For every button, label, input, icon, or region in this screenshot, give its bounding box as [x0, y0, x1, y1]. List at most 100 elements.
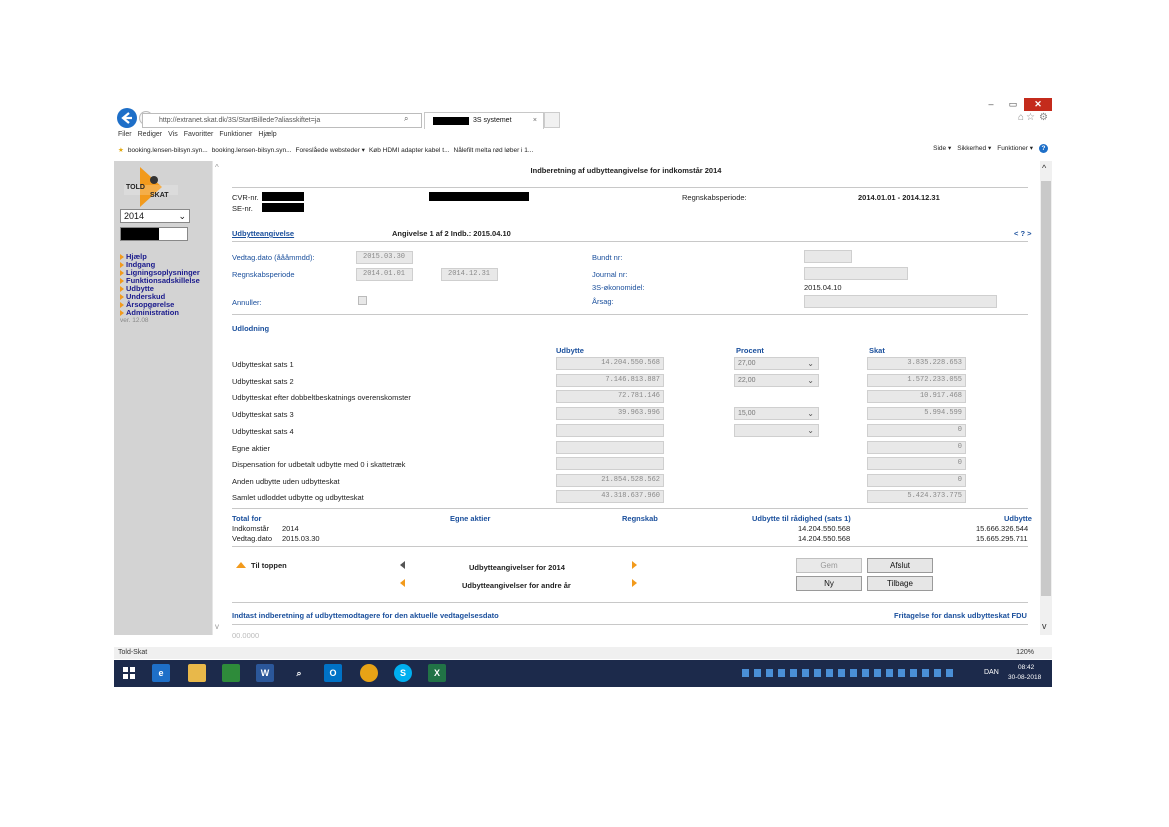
tray-icons[interactable]: [742, 669, 956, 677]
taskbar: e W ⌕ O S X DAN 08:42 30-08-2018: [114, 660, 1052, 687]
logo-text-bottom: SKAT: [150, 192, 169, 199]
new-tab-button[interactable]: [544, 112, 560, 128]
back-button[interactable]: [117, 108, 137, 128]
chrome-icon[interactable]: [360, 664, 378, 682]
settings-gear-icon[interactable]: ⚙: [1039, 112, 1048, 123]
indtast-link[interactable]: Indtast indberetning af udbyttemodtagere…: [232, 611, 499, 620]
year-select[interactable]: 2014 ⌄: [120, 209, 190, 223]
excel-icon[interactable]: X: [428, 664, 446, 682]
regnskab-from-field[interactable]: 2014.01.01: [356, 268, 413, 281]
file-explorer-icon[interactable]: [188, 664, 206, 682]
favorite-link[interactable]: booking.lensen-bilsyn.syn...: [128, 147, 208, 154]
search-icon[interactable]: ⌕: [404, 114, 408, 124]
prev-2014-icon[interactable]: [400, 561, 405, 569]
udbytte-field[interactable]: 7.146.813.887: [556, 374, 664, 387]
menu-item[interactable]: Rediger: [138, 131, 163, 141]
keyboard-language[interactable]: DAN: [984, 669, 999, 676]
next-2014-icon[interactable]: [632, 561, 637, 569]
procent-select[interactable]: ⌄: [734, 424, 819, 437]
chevron-up-icon[interactable]: ^: [1042, 163, 1046, 173]
udbytte-field[interactable]: 43.318.637.960: [556, 490, 664, 503]
favorite-link[interactable]: Køb HDMI adapter kabel t...: [369, 147, 450, 154]
udbytte-field[interactable]: 72.781.146: [556, 390, 664, 403]
skat-field[interactable]: 5.424.373.775: [867, 490, 966, 503]
udbytte-field[interactable]: 14.204.550.568: [556, 357, 664, 370]
chevron-up-icon[interactable]: ^: [215, 163, 219, 172]
menu-item[interactable]: Filer: [118, 131, 132, 141]
ny-button[interactable]: Ny: [796, 576, 862, 591]
chevron-down-icon[interactable]: v: [1042, 621, 1047, 631]
company-field[interactable]: [120, 227, 188, 241]
udbytte-field[interactable]: 21.854.528.562: [556, 474, 664, 487]
close-button[interactable]: ✕: [1024, 97, 1052, 111]
gem-button[interactable]: Gem: [796, 558, 862, 573]
prev-andre-icon[interactable]: [400, 579, 405, 587]
journal-field[interactable]: [804, 267, 908, 280]
favorite-link[interactable]: booking.lensen-bilsyn.syn...: [212, 147, 292, 154]
favorite-link[interactable]: Foreslåede websteder ▾: [296, 146, 365, 154]
address-bar[interactable]: http://extranet.skat.dk/3S/StartBillede?…: [142, 113, 422, 128]
skat-field[interactable]: 5.994.599: [867, 407, 966, 420]
col-skat-header: Skat: [869, 346, 885, 355]
command-bar: Side ▾ Sikkerhed ▾ Funktioner ▾ ?: [933, 144, 1048, 153]
fritagelse-link[interactable]: Fritagelse for dansk udbytteskat FDU: [894, 611, 1027, 620]
home-icon[interactable]: ⌂: [1018, 112, 1024, 123]
udbytte-field[interactable]: [556, 424, 664, 437]
annuller-checkbox[interactable]: [358, 296, 367, 305]
windows-start-icon[interactable]: [120, 664, 138, 682]
next-andre-icon[interactable]: [632, 579, 637, 587]
bundt-field[interactable]: [804, 250, 852, 263]
minimize-button[interactable]: –: [980, 98, 1002, 111]
main-scrollbar[interactable]: ^ v: [1040, 161, 1052, 635]
udbytte-field[interactable]: [556, 457, 664, 470]
favorite-link[interactable]: Nålefilt melta rød løber i 1...: [454, 147, 534, 154]
menu-item[interactable]: Vis: [168, 131, 178, 141]
procent-select[interactable]: 22,00 ⌄: [734, 374, 819, 387]
toldskat-logo: TOLD SKAT: [124, 165, 178, 207]
vedtag-field[interactable]: 2015.03.30: [356, 251, 413, 264]
skat-field[interactable]: 1.572.233.055: [867, 374, 966, 387]
outlook-icon[interactable]: O: [324, 664, 342, 682]
search-icon[interactable]: ⌕: [290, 664, 308, 682]
skat-field[interactable]: 0: [867, 457, 966, 470]
skat-field[interactable]: 0: [867, 424, 966, 437]
tab-udbytteangivelse[interactable]: Udbytteangivelse: [232, 229, 294, 238]
clock-time[interactable]: 08:42: [1018, 664, 1034, 671]
help-link[interactable]: < ? >: [1014, 229, 1032, 238]
scrollbar-thumb[interactable]: [1041, 181, 1051, 596]
store-icon[interactable]: [222, 664, 240, 682]
command-item[interactable]: Funktioner ▾: [997, 144, 1033, 153]
skype-icon[interactable]: S: [394, 664, 412, 682]
clock-date[interactable]: 30-08-2018: [1008, 674, 1041, 681]
procent-select[interactable]: 15,00 ⌄: [734, 407, 819, 420]
zoom-level[interactable]: 120%: [1016, 647, 1034, 659]
favorites-star-icon[interactable]: ☆: [1026, 112, 1035, 123]
menu-item[interactable]: Favoritter: [184, 131, 214, 141]
command-item[interactable]: Side ▾: [933, 144, 951, 153]
udbytte-field[interactable]: [556, 441, 664, 454]
tab-close-icon[interactable]: ×: [533, 113, 537, 129]
menu-item[interactable]: Hjælp: [258, 131, 276, 141]
page-title: Indberetning af udbytteangivelse for ind…: [530, 166, 722, 175]
command-item[interactable]: Sikkerhed ▾: [957, 144, 991, 153]
udbytte-field[interactable]: 39.963.996: [556, 407, 664, 420]
help-icon[interactable]: ?: [1039, 144, 1048, 153]
arsag-field[interactable]: [804, 295, 997, 308]
bundt-label: Bundt nr:: [592, 253, 623, 262]
sidebar-scrollbar[interactable]: ^ v: [212, 161, 224, 635]
skat-field[interactable]: 0: [867, 474, 966, 487]
browser-tab[interactable]: 3S systemet ×: [424, 112, 544, 129]
procent-select[interactable]: 27,00 ⌄: [734, 357, 819, 370]
tilbage-button[interactable]: Tilbage: [867, 576, 933, 591]
afslut-button[interactable]: Afslut: [867, 558, 933, 573]
skat-field[interactable]: 10.917.468: [867, 390, 966, 403]
word-icon[interactable]: W: [256, 664, 274, 682]
regnskab-to-field[interactable]: 2014.12.31: [441, 268, 498, 281]
skat-field[interactable]: 0: [867, 441, 966, 454]
sidebar-item-administration[interactable]: Administration: [120, 309, 212, 317]
menu-item[interactable]: Funktioner: [219, 131, 252, 141]
skat-field[interactable]: 3.835.228.653: [867, 357, 966, 370]
restore-button[interactable]: ▭: [1002, 98, 1024, 111]
internet-explorer-icon[interactable]: e: [152, 664, 170, 682]
chevron-down-icon[interactable]: v: [215, 622, 219, 631]
